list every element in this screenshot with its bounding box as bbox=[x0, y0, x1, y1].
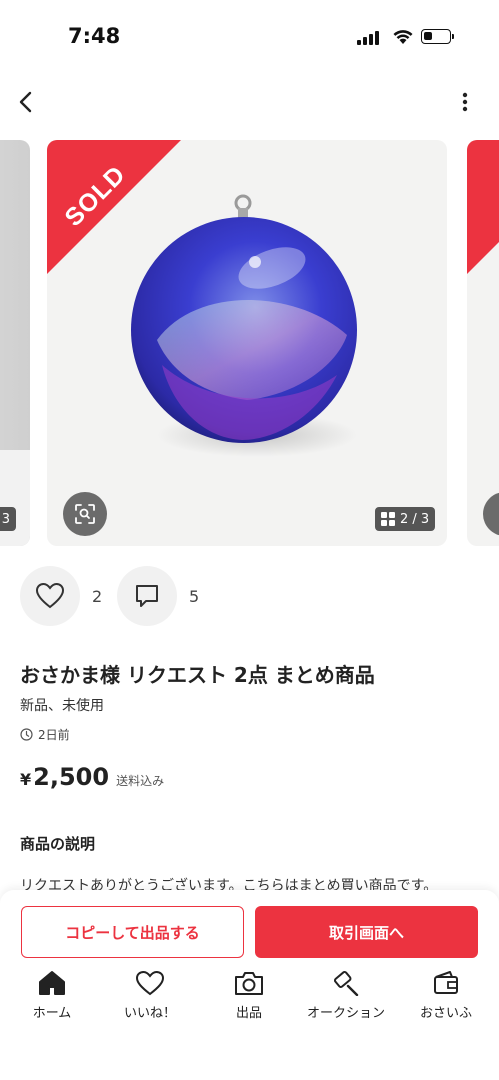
home-icon bbox=[39, 971, 65, 995]
next-image-search-button[interactable] bbox=[483, 492, 499, 536]
tab-home[interactable]: ホーム bbox=[7, 970, 97, 1021]
item-condition: 新品、未使用 bbox=[20, 698, 104, 714]
heart-icon bbox=[35, 582, 65, 609]
gallery-grid-icon bbox=[381, 512, 395, 526]
clock-icon bbox=[20, 728, 33, 741]
image-search-button[interactable] bbox=[63, 492, 107, 536]
tab-wallet[interactable]: おさいふ bbox=[401, 970, 491, 1021]
bottom-action-panel: コピーして出品する 取引画面へ ホーム いいね！ 出品 オークション おさいふ bbox=[0, 890, 499, 1080]
image-search-icon bbox=[75, 504, 95, 524]
tab-sell-label: 出品 bbox=[235, 1006, 262, 1021]
next-sold-ribbon bbox=[467, 140, 499, 274]
photo-counter-text: 2 / 3 bbox=[400, 511, 430, 527]
camera-icon bbox=[235, 972, 263, 995]
sold-label: SOLD bbox=[59, 160, 132, 233]
auction-hammer-icon bbox=[333, 970, 359, 996]
go-to-trade-button[interactable]: 取引画面へ bbox=[255, 906, 478, 958]
battery-level bbox=[424, 32, 432, 40]
tab-home-label: ホーム bbox=[32, 1006, 72, 1021]
heart-icon bbox=[135, 970, 165, 996]
posted-time: 2日前 bbox=[20, 726, 70, 743]
photo-carousel[interactable]: 3 SOLD 2 / 3 bbox=[0, 140, 499, 546]
wallet-icon bbox=[434, 971, 458, 994]
price: ¥ 2,500 送料込み bbox=[20, 763, 164, 791]
sold-ribbon: SOLD bbox=[47, 140, 181, 274]
status-bar: 7:48 bbox=[0, 0, 499, 70]
engagement-actions: 2 5 bbox=[20, 566, 220, 628]
tab-bar: ホーム いいね！ 出品 オークション おさいふ bbox=[0, 970, 499, 1030]
comment-button[interactable] bbox=[117, 566, 177, 626]
posted-time-text: 2日前 bbox=[38, 728, 70, 742]
previous-photo-counter: 3 bbox=[0, 507, 16, 531]
tab-sell[interactable]: 出品 bbox=[204, 970, 294, 1021]
price-currency: ¥ bbox=[20, 770, 32, 789]
more-options-icon[interactable] bbox=[452, 88, 478, 116]
description-heading: 商品の説明 bbox=[20, 835, 96, 853]
tab-likes-label: いいね！ bbox=[123, 1006, 176, 1021]
copy-and-list-button[interactable]: コピーして出品する bbox=[21, 906, 244, 958]
cellular-signal-icon bbox=[357, 30, 379, 45]
back-chevron-icon[interactable] bbox=[12, 88, 40, 116]
status-time: 7:48 bbox=[68, 24, 121, 48]
comment-count: 5 bbox=[189, 587, 200, 606]
tab-auction[interactable]: オークション bbox=[301, 970, 391, 1021]
shipping-note: 送料込み bbox=[116, 774, 165, 788]
previous-photo[interactable]: 3 bbox=[0, 140, 30, 546]
next-photo[interactable] bbox=[467, 140, 499, 546]
tab-auction-label: オークション bbox=[306, 1006, 385, 1021]
photo-counter: 2 / 3 bbox=[375, 507, 436, 531]
price-amount: 2,500 bbox=[33, 763, 110, 791]
tab-wallet-label: おさいふ bbox=[419, 1006, 472, 1021]
item-title: おさかま様 リクエスト 2点 まとめ商品 bbox=[20, 663, 375, 687]
battery-icon bbox=[421, 29, 454, 44]
comment-icon bbox=[136, 585, 158, 607]
like-button[interactable] bbox=[20, 566, 80, 626]
main-photo[interactable]: SOLD 2 / 3 bbox=[47, 140, 447, 546]
wifi-icon bbox=[393, 30, 413, 44]
tab-likes[interactable]: いいね！ bbox=[105, 970, 195, 1021]
like-count: 2 bbox=[92, 587, 103, 606]
